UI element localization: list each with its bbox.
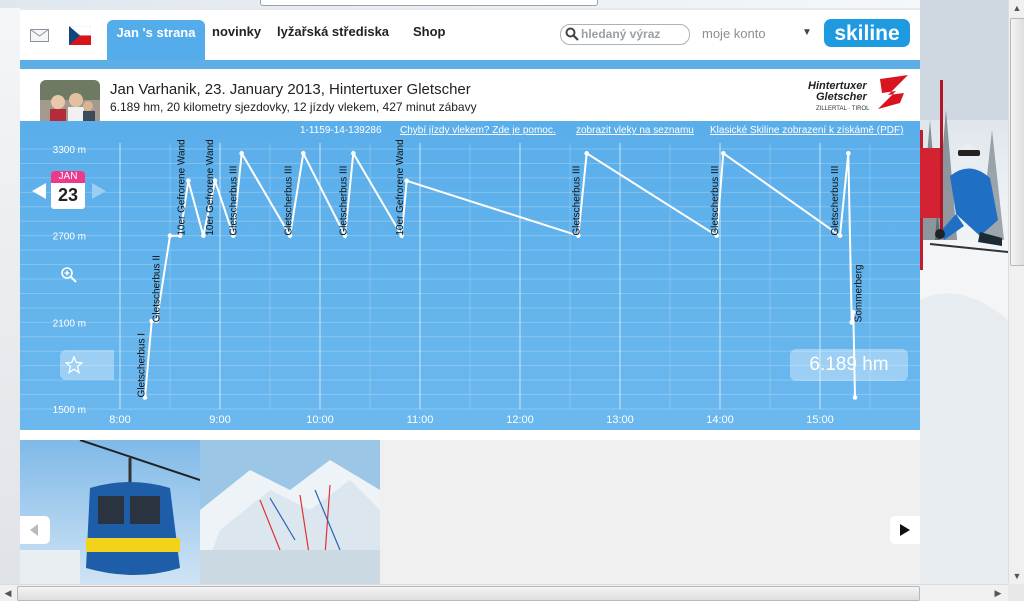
x-axis-ticks: 8:00 9:00 10:00 11:00 12:00 13:00 14:00 15:00	[109, 414, 833, 426]
date-month: JAN	[51, 171, 85, 183]
y-tick-label: 3300 m	[53, 145, 86, 156]
elevation-point	[721, 151, 726, 156]
y-tick-label: 1500 m	[53, 405, 86, 416]
tab-novinky[interactable]: novinky	[212, 24, 261, 39]
elevation-line	[144, 150, 856, 398]
photo-gallery	[20, 430, 920, 584]
tab-shop[interactable]: Shop	[413, 24, 446, 39]
lift-label: Gletscherbus I	[137, 333, 148, 397]
tab-lyzarska-strediska[interactable]: lyžařská střediska	[277, 24, 389, 39]
missing-lifts-link[interactable]: Chybí jízdy vlekem? Zde je pomoc.	[400, 125, 556, 136]
lift-label: Gletscherbus III	[830, 166, 841, 236]
scrollbar-corner	[1008, 584, 1024, 600]
x-tick-label: 12:00	[506, 414, 534, 426]
zoom-in-icon[interactable]	[60, 266, 78, 284]
horizontal-scroll-thumb[interactable]	[17, 586, 920, 601]
mail-icon[interactable]	[30, 29, 49, 42]
lift-label: 10er Gefrorene Wand	[205, 139, 216, 235]
y-tick-label: 2100 m	[53, 318, 86, 329]
lift-label: Gletscherbus III	[283, 166, 294, 236]
favorite-button[interactable]	[60, 350, 114, 380]
classic-pdf-link[interactable]: Klasické Skiline zobrazení k získámě (PD…	[710, 125, 903, 136]
lift-label: Gletscherbus II	[152, 255, 163, 322]
x-tick-label: 11:00	[407, 414, 434, 426]
x-tick-label: 8:00	[109, 414, 130, 426]
lift-label: Gletscherbus III	[710, 166, 721, 236]
tab-label: Jan 's strana	[116, 25, 196, 40]
chevron-left-icon	[30, 524, 38, 536]
toolbar-tab	[260, 0, 598, 6]
session-title: Jan Varhanik, 23. January 2013, Hintertu…	[110, 81, 471, 98]
x-tick-label: 14:00	[706, 414, 734, 426]
search-icon[interactable]	[565, 27, 579, 41]
czech-flag-icon[interactable]	[69, 26, 91, 45]
session-header: Jan Varhanik, 23. January 2013, Hintertu…	[20, 69, 920, 138]
chart-points	[142, 151, 858, 400]
session-stats: 6.189 hm, 20 kilometry sjezdovky, 12 jíz…	[110, 100, 477, 114]
vertical-scroll-thumb[interactable]	[1010, 18, 1024, 266]
dropdown-arrow-icon[interactable]: ▼	[802, 27, 812, 38]
session-id: 1-1159-14-139286	[300, 125, 382, 136]
lift-label: Gletscherbus III	[228, 166, 239, 236]
ad-banner-skier[interactable]	[920, 0, 1008, 584]
elevation-point	[584, 151, 589, 156]
page-background-left	[0, 0, 20, 600]
chevron-right-icon	[900, 524, 910, 536]
vertical-scrollbar[interactable]: ▲ ▼	[1008, 0, 1024, 584]
chart-canvas: 3300 m 2700 m 2100 m 1500 m 8:00 9:00 10:00 11…	[20, 139, 920, 426]
lift-label: 10er Gefrorene Wand	[177, 139, 188, 235]
horizontal-scrollbar[interactable]: ◀ ▶	[0, 584, 1008, 601]
star-icon	[65, 356, 83, 374]
elevation-point	[852, 395, 858, 400]
piste-map[interactable]	[200, 440, 380, 584]
date-badge: JAN 23	[51, 171, 85, 209]
elevation-point	[846, 151, 851, 156]
lift-label: 10er Gefrorene Wand	[395, 139, 406, 235]
scroll-left-icon[interactable]: ◀	[0, 585, 16, 601]
search-box	[560, 24, 690, 45]
elevation-point	[301, 151, 306, 156]
x-tick-label: 13:00	[606, 414, 634, 426]
elevation-point	[167, 233, 173, 238]
account-link[interactable]: moje konto	[702, 26, 766, 41]
x-tick-label: 15:00	[806, 414, 834, 426]
elevation-point	[239, 151, 244, 156]
elevation-point	[351, 151, 356, 156]
scroll-right-icon[interactable]: ▶	[990, 585, 1006, 601]
gondola-photo[interactable]	[20, 440, 200, 584]
nav-underline	[20, 60, 920, 69]
previous-day-icon[interactable]	[30, 181, 48, 201]
skiline-logo[interactable]: skiline	[824, 19, 910, 47]
y-tick-label: 2700 m	[53, 232, 86, 243]
resort-logo-line3: ZILLERTAL · TIROL	[816, 106, 870, 112]
gallery-next-button[interactable]	[890, 516, 920, 544]
scroll-down-icon[interactable]: ▼	[1010, 568, 1024, 584]
date-day: 23	[57, 185, 79, 205]
skier-illustration	[920, 0, 1008, 584]
lift-label: Gletscherbus III	[338, 166, 349, 236]
gallery-prev-button[interactable]	[20, 516, 50, 544]
resort-logo-line2: Gletscher	[816, 91, 867, 103]
next-day-icon[interactable]	[90, 181, 108, 201]
x-tick-label: 10:00	[306, 414, 334, 426]
tab-jan-strana[interactable]: Jan 's strana	[107, 20, 205, 60]
gallery-top-border	[20, 430, 920, 440]
logo-text: skiline	[834, 22, 899, 45]
elevation-chart: 3300 m 2700 m 2100 m 1500 m 8:00 9:00 10:00 11…	[20, 121, 920, 430]
scroll-up-icon[interactable]: ▲	[1010, 0, 1024, 16]
lift-label: Gletscherbus III	[572, 166, 583, 236]
total-elevation-badge: 6.189 hm	[790, 349, 908, 381]
show-lifts-link[interactable]: zobrazit vleky na seznamu	[576, 125, 694, 136]
search-input[interactable]	[581, 26, 685, 42]
top-navigation: Jan 's strana novinky lyžařská střediska…	[20, 10, 920, 60]
resort-logo[interactable]: Hintertuxer Gletscher ZILLERTAL · TIROL	[804, 73, 912, 117]
lift-label: Sommerberg	[853, 265, 864, 323]
x-tick-label: 9:00	[209, 414, 230, 426]
